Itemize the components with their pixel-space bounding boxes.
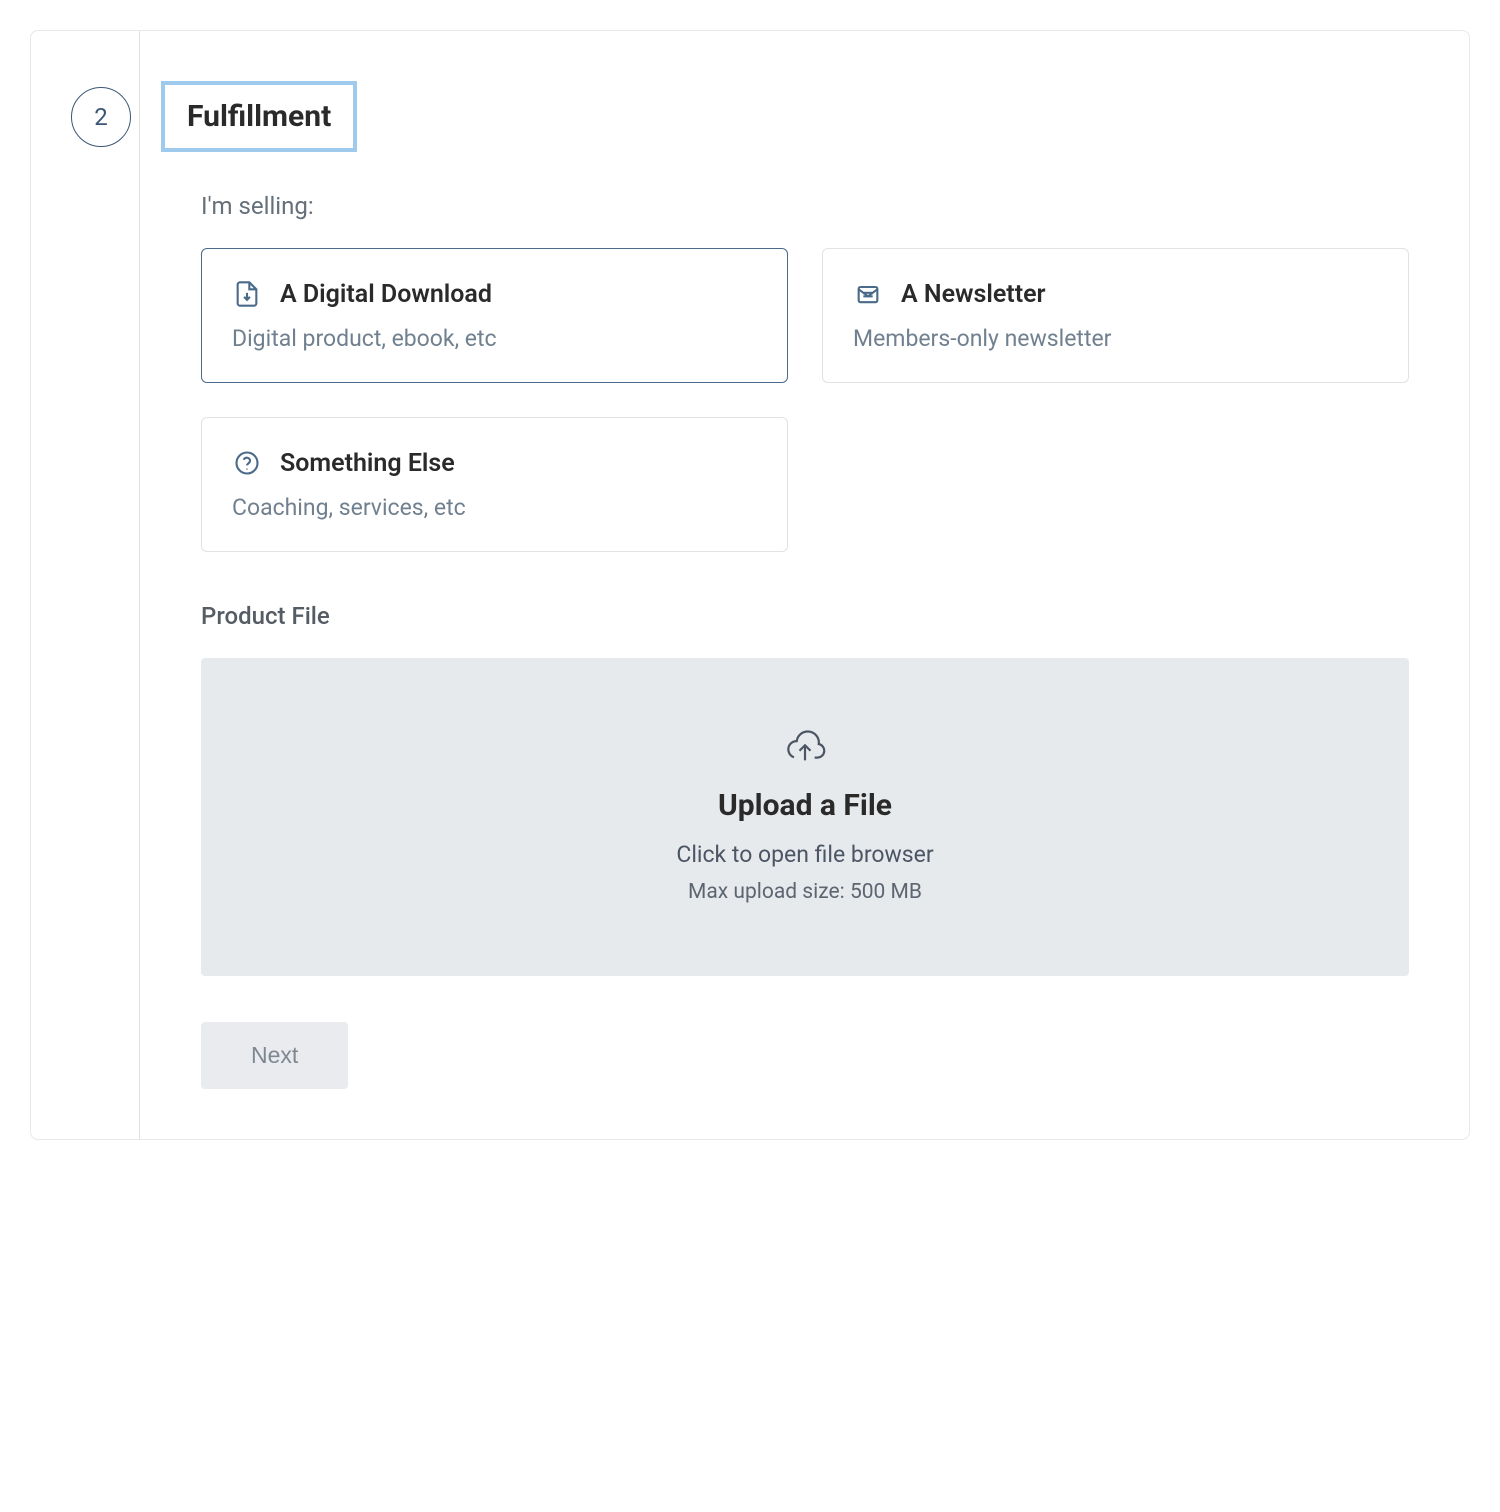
- footer-row: Next: [201, 1022, 1409, 1089]
- upload-dropzone[interactable]: Upload a File Click to open file browser…: [201, 658, 1409, 976]
- selling-label: I'm selling:: [201, 192, 1409, 220]
- option-title: A Digital Download: [280, 280, 492, 309]
- option-something-else[interactable]: Something Else Coaching, services, etc: [201, 417, 788, 552]
- upload-title: Upload a File: [241, 788, 1369, 823]
- upload-hint: Max upload size: 500 MB: [241, 880, 1369, 904]
- step-number-badge: 2: [71, 87, 131, 147]
- option-desc: Members-only newsletter: [853, 325, 1378, 352]
- selling-options-grid: A Digital Download Digital product, eboo…: [201, 248, 1409, 552]
- timeline-line: [139, 31, 140, 1139]
- option-desc: Digital product, ebook, etc: [232, 325, 757, 352]
- file-download-icon: [232, 279, 262, 309]
- cloud-upload-icon: [241, 730, 1369, 766]
- newsletter-icon: [853, 279, 883, 309]
- step-number-text: 2: [94, 103, 108, 131]
- option-title-row: Something Else: [232, 448, 757, 478]
- step-title: Fulfillment: [161, 81, 357, 152]
- step-header: 2 Fulfillment: [71, 81, 1409, 152]
- option-title: Something Else: [280, 449, 455, 478]
- option-title-row: A Digital Download: [232, 279, 757, 309]
- option-newsletter[interactable]: A Newsletter Members-only newsletter: [822, 248, 1409, 383]
- next-button[interactable]: Next: [201, 1022, 348, 1089]
- option-desc: Coaching, services, etc: [232, 494, 757, 521]
- option-digital-download[interactable]: A Digital Download Digital product, eboo…: [201, 248, 788, 383]
- option-title-row: A Newsletter: [853, 279, 1378, 309]
- step-content: I'm selling: A Digital Download Digital …: [201, 192, 1409, 1089]
- product-file-heading: Product File: [201, 602, 1409, 630]
- question-circle-icon: [232, 448, 262, 478]
- fulfillment-step-panel: 2 Fulfillment I'm selling: A Digital D: [30, 30, 1470, 1140]
- upload-subtitle: Click to open file browser: [241, 841, 1369, 868]
- option-title: A Newsletter: [901, 280, 1046, 309]
